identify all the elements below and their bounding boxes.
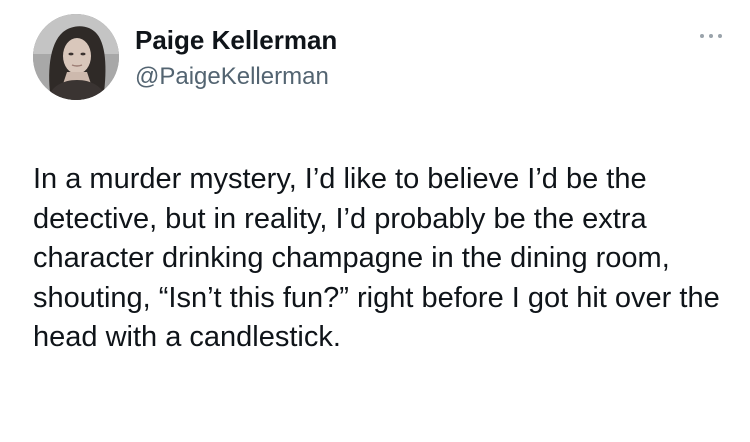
tweet-text: In a murder mystery, I’d like to believe…: [33, 163, 720, 353]
avatar[interactable]: [33, 14, 119, 100]
user-handle[interactable]: @PaigeKellerman: [135, 62, 329, 92]
more-dot: [709, 34, 713, 38]
more-options-icon[interactable]: [694, 26, 728, 46]
display-name[interactable]: Paige Kellerman: [135, 24, 337, 56]
profile-photo-icon: [33, 14, 119, 100]
more-dot: [700, 34, 704, 38]
more-dot: [718, 34, 722, 38]
tweet-card: Paige Kellerman @PaigeKellerman In a mur…: [0, 0, 750, 442]
